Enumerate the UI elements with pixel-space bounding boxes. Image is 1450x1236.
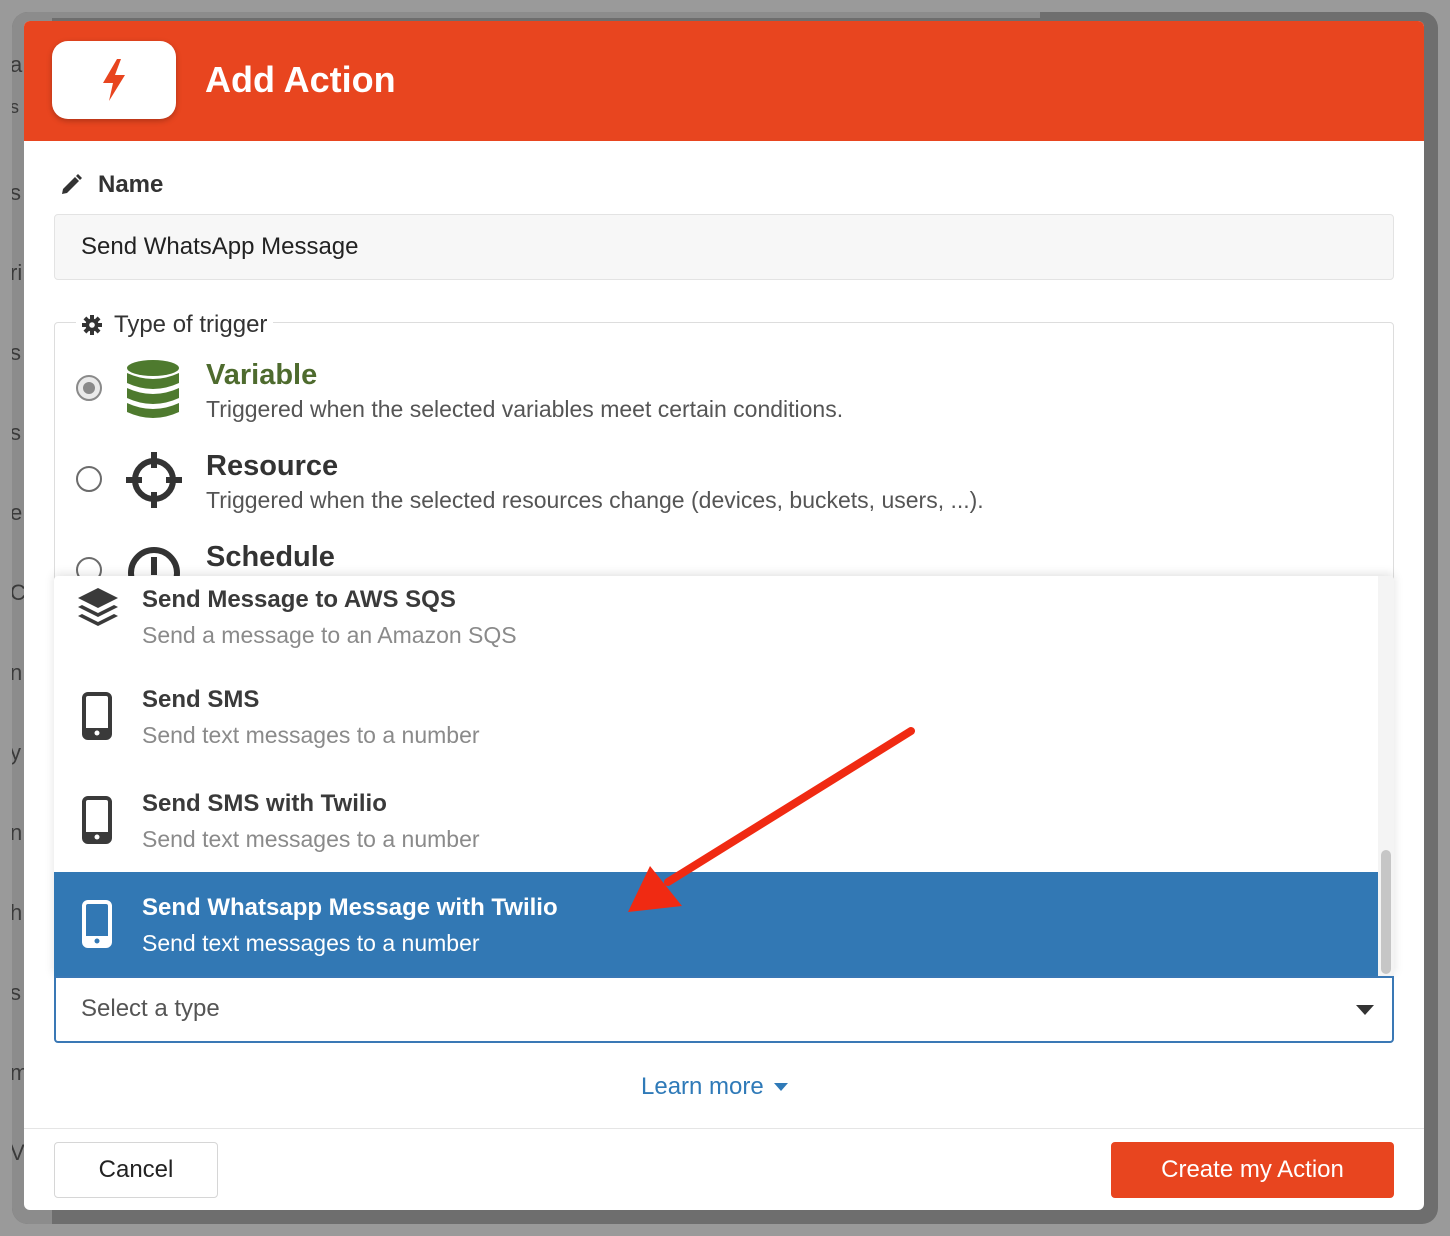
modal-header: Add Action (24, 21, 1424, 141)
radio-resource[interactable] (76, 466, 102, 492)
add-action-modal: Add Action Name Send WhatsApp Message Ty… (24, 21, 1424, 1210)
dropdown-option-description: Send text messages to a number (142, 826, 480, 852)
dropdown-option-aws-sqs[interactable]: Send Message to AWS SQS Send a message t… (54, 576, 1378, 662)
dropdown-option-description: Send text messages to a number (142, 722, 480, 748)
create-action-button[interactable]: Create my Action (1111, 1142, 1394, 1198)
background-top-text (40, 12, 1040, 18)
header-icon-box (52, 41, 176, 119)
background-text: s (12, 180, 21, 205)
background-text: s (12, 97, 19, 117)
background-text: h (12, 900, 23, 925)
dropdown-scrollbar-thumb[interactable] (1381, 850, 1391, 974)
action-type-select[interactable]: Select a type (54, 976, 1394, 1043)
trigger-option-description: Triggered when the selected variables me… (206, 396, 844, 422)
trigger-option-title: Variable (206, 359, 318, 391)
radio-variable[interactable] (76, 375, 102, 401)
background-text: s (12, 340, 21, 365)
dropdown-option-send-sms[interactable]: Send SMS Send text messages to a number (54, 686, 1378, 790)
learn-more-link[interactable]: Learn more (641, 1073, 788, 1101)
modal-title: Add Action (205, 59, 396, 100)
trigger-option-title: Schedule (206, 541, 335, 573)
bolt-icon (103, 59, 125, 101)
dropdown-option-whatsapp-twilio[interactable]: Send Whatsapp Message with Twilio Send t… (54, 872, 1378, 976)
trigger-legend-label: Type of trigger (114, 311, 268, 338)
background-text: s (12, 980, 21, 1005)
dropdown-option-title: Send Whatsapp Message with Twilio (142, 894, 558, 921)
database-icon (127, 360, 179, 418)
gear-icon (82, 315, 102, 335)
trigger-option-title: Resource (206, 450, 339, 482)
dropdown-option-title: Send Message to AWS SQS (142, 586, 456, 613)
background-text: n (12, 820, 23, 845)
trigger-legend: Type of trigger (76, 311, 274, 339)
dropdown-option-description: Send a message to an Amazon SQS (142, 622, 517, 648)
caret-down-icon (1356, 1005, 1374, 1015)
footer-divider (24, 1128, 1424, 1129)
background-text: s (12, 420, 21, 445)
background-text: n (12, 660, 23, 685)
dropdown-scrollbar[interactable] (1378, 576, 1394, 976)
background-text: a (12, 52, 23, 77)
background-text: ri (12, 260, 23, 285)
select-placeholder: Select a type (81, 995, 220, 1022)
name-label: Name (98, 171, 164, 198)
dropdown-option-title: Send SMS with Twilio (142, 790, 387, 817)
dropdown-option-description: Send text messages to a number (142, 930, 480, 956)
pencil-icon (62, 174, 82, 194)
dropdown-option-title: Send SMS (142, 686, 260, 713)
action-type-dropdown: Send Message to AWS SQS Send a message t… (54, 576, 1394, 976)
learn-more-label: Learn more (641, 1073, 764, 1100)
layers-icon (78, 588, 118, 626)
background-text: e (12, 500, 23, 525)
trigger-option-description: Triggered when the selected resources ch… (206, 487, 984, 513)
background-text: y (12, 740, 21, 765)
crosshair-icon (126, 452, 182, 508)
cancel-button[interactable]: Cancel (54, 1142, 218, 1198)
name-label-row: Name (60, 171, 163, 199)
mobile-phone-icon (82, 900, 112, 948)
caret-down-icon (773, 1083, 788, 1091)
background-text: V (12, 1140, 25, 1165)
mobile-phone-icon (82, 692, 112, 740)
name-field[interactable]: Send WhatsApp Message (54, 214, 1394, 280)
mobile-phone-icon (82, 796, 112, 844)
